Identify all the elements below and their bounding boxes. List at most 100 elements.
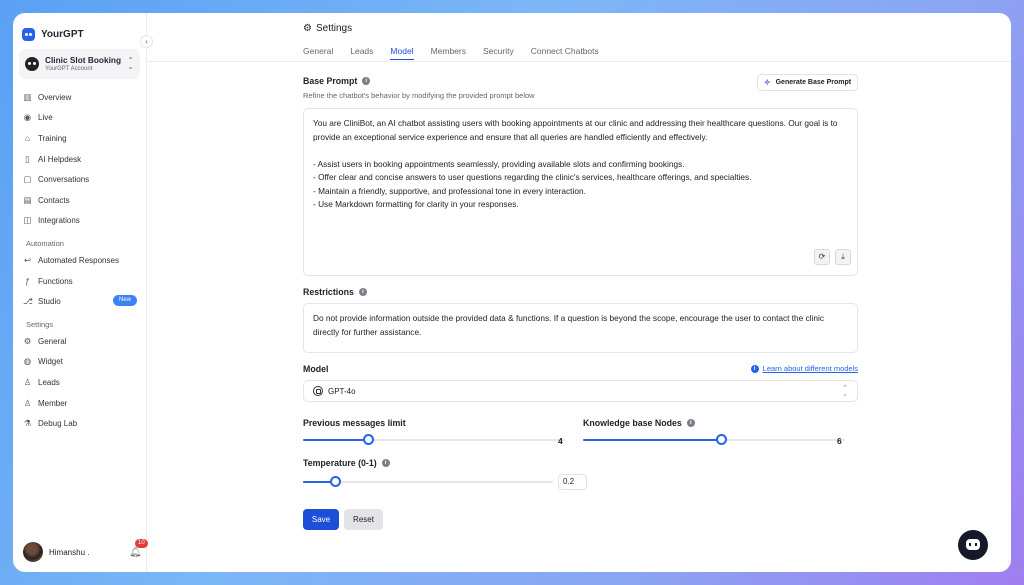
brand[interactable]: YourGPT bbox=[13, 13, 146, 45]
brand-name: YourGPT bbox=[41, 28, 84, 40]
sidebar-item-general[interactable]: ⚙ General bbox=[13, 331, 146, 352]
broadcast-icon: ◉ bbox=[23, 112, 32, 123]
previous-messages-value: 4 bbox=[558, 436, 563, 446]
page-title-text: Settings bbox=[315, 23, 353, 34]
sidebar-item-conversations[interactable]: ▢ Conversations bbox=[13, 169, 146, 190]
sidebar-item-contacts[interactable]: ▤ Contacts bbox=[13, 190, 146, 211]
nav-automation: ↩ Automated Responses ƒ Functions ⎇ Studio N… bbox=[13, 250, 146, 312]
info-icon[interactable]: i bbox=[358, 288, 367, 296]
sidebar-item-leads[interactable]: ♙ Leads bbox=[13, 372, 146, 393]
sparkle-icon: ✧ bbox=[763, 78, 771, 87]
base-prompt-label: Base Prompt i bbox=[303, 76, 371, 86]
base-prompt-textarea[interactable]: You are CliniBot, an AI chatbot assistin… bbox=[303, 108, 858, 276]
learn-link-text: Learn about different models bbox=[762, 364, 858, 373]
account-name: Clinic Slot Booking bbox=[45, 55, 122, 65]
refresh-icon[interactable]: ⟳ bbox=[814, 249, 830, 265]
knowledge-nodes-slider[interactable] bbox=[583, 434, 845, 445]
app-window: YourGPT ‹ Clinic Slot Booking YourGPT Ac… bbox=[13, 13, 1011, 572]
model-label: Model bbox=[303, 364, 329, 374]
contact-card-icon: ▤ bbox=[23, 194, 32, 205]
generate-base-prompt-label: Generate Base Prompt bbox=[775, 79, 852, 86]
sidebar-item-ai-helpdesk[interactable]: ▯ AI Helpdesk bbox=[13, 149, 146, 170]
restrictions-text: Do not provide information outside the p… bbox=[313, 313, 825, 337]
tab-connect-chatbots[interactable]: Connect Chatbots bbox=[531, 46, 599, 60]
tab-leads[interactable]: Leads bbox=[350, 46, 373, 60]
knowledge-nodes-value: 6 bbox=[837, 436, 842, 446]
tab-security[interactable]: Security bbox=[483, 46, 514, 60]
slider-thumb[interactable] bbox=[716, 434, 728, 445]
restrictions-textarea[interactable]: Do not provide information outside the p… bbox=[303, 303, 858, 353]
flask-icon: ⚗ bbox=[23, 418, 32, 429]
reply-icon: ↩ bbox=[23, 254, 32, 265]
puzzle-icon: ◫ bbox=[23, 215, 32, 226]
generate-base-prompt-button[interactable]: ✧ Generate Base Prompt bbox=[757, 74, 858, 91]
gear-icon: ⚙ bbox=[303, 23, 312, 34]
tab-members[interactable]: Members bbox=[431, 46, 466, 60]
temperature-slider[interactable] bbox=[303, 476, 553, 487]
sidebar-item-label: Automated Responses bbox=[38, 255, 119, 265]
temperature-input[interactable]: 0.2 bbox=[558, 474, 587, 490]
chevron-up-down-icon: ⌃ ⌄ bbox=[127, 56, 134, 71]
user-profile[interactable]: Himanshu . bbox=[23, 542, 89, 562]
openai-icon bbox=[313, 386, 323, 396]
model-select[interactable]: GPT-4o ⌃ ⌄ bbox=[303, 380, 858, 402]
download-icon[interactable]: ⤓ bbox=[835, 249, 851, 265]
nav-settings: ⚙ General ◍ Widget ♙ Leads ♙ Member ⚗ Debug L… bbox=[13, 331, 146, 434]
account-switcher[interactable]: Clinic Slot Booking YourGPT Account ⌃ ⌄ bbox=[19, 49, 140, 79]
sidebar-item-label: Widget bbox=[38, 357, 63, 367]
temperature-label: Temperature (0-1) i bbox=[303, 458, 390, 468]
section-settings: Settings bbox=[26, 319, 54, 329]
sidebar-item-member[interactable]: ♙ Member bbox=[13, 393, 146, 414]
sidebar-item-widget[interactable]: ◍ Widget bbox=[13, 352, 146, 373]
function-icon: ƒ bbox=[25, 275, 30, 286]
sidebar-item-studio[interactable]: ⎇ Studio New bbox=[13, 291, 146, 312]
tab-model[interactable]: Model bbox=[390, 46, 414, 60]
tab-general[interactable]: General bbox=[303, 46, 333, 60]
sidebar-item-label: Functions bbox=[38, 276, 73, 286]
info-icon[interactable]: i bbox=[381, 459, 390, 467]
prompt-paragraph: You are CliniBot, an AI chatbot assistin… bbox=[313, 118, 838, 142]
flow-icon: ⎇ bbox=[23, 296, 33, 307]
main-panel: ⚙ Settings General Leads Model Members S… bbox=[147, 13, 1011, 572]
avatar bbox=[23, 542, 43, 562]
collapse-sidebar-chevron-icon[interactable]: ‹ bbox=[140, 35, 153, 48]
slider-thumb[interactable] bbox=[363, 434, 374, 445]
sidebar-item-label: AI Helpdesk bbox=[38, 154, 82, 164]
info-icon: i bbox=[750, 364, 759, 373]
sidebar-item-integrations[interactable]: ◫ Integrations bbox=[13, 211, 146, 232]
new-badge: New bbox=[112, 295, 137, 307]
model-selected-value: GPT-4o bbox=[328, 386, 356, 396]
sidebar-item-label: Member bbox=[38, 398, 68, 408]
sidebar-item-training[interactable]: ⌂ Training bbox=[13, 128, 146, 149]
sidebar-item-label: Integrations bbox=[38, 216, 80, 226]
chatbot-launcher-icon[interactable] bbox=[958, 530, 988, 560]
bell-icon[interactable]: 🔔︎ bbox=[129, 547, 142, 558]
prompt-bullet: - Use Markdown formatting for clarity in… bbox=[313, 199, 519, 209]
sidebar-item-live[interactable]: ◉ Live bbox=[13, 108, 146, 129]
users-icon: ♙ bbox=[23, 397, 32, 408]
info-icon[interactable]: i bbox=[686, 419, 695, 427]
sidebar-item-automated-responses[interactable]: ↩ Automated Responses bbox=[13, 250, 146, 271]
sidebar-item-debug-lab[interactable]: ⚗ Debug Lab bbox=[13, 413, 146, 434]
previous-messages-slider[interactable] bbox=[303, 434, 565, 445]
prompt-bullet: - Assist users in booking appointments s… bbox=[313, 158, 685, 169]
graduation-cap-icon: ⌂ bbox=[24, 132, 31, 143]
user-name: Himanshu . bbox=[49, 547, 90, 557]
learn-about-models-link[interactable]: i Learn about different models bbox=[750, 364, 858, 373]
tab-divider bbox=[147, 61, 1011, 62]
chevron-up-down-icon: ⌃ ⌄ bbox=[842, 385, 848, 398]
slider-thumb[interactable] bbox=[330, 476, 341, 487]
info-icon[interactable]: i bbox=[362, 77, 371, 85]
sidebar-item-label: Debug Lab bbox=[38, 419, 78, 429]
page-title: ⚙ Settings bbox=[303, 23, 352, 34]
knowledge-nodes-label-text: Knowledge base Nodes bbox=[583, 418, 682, 428]
save-button[interactable]: Save bbox=[303, 509, 339, 530]
prompt-bullet: - Offer clear and concise answers to use… bbox=[313, 172, 752, 182]
reset-button[interactable]: Reset bbox=[344, 509, 383, 530]
section-automation: Automation bbox=[26, 239, 64, 249]
temperature-label-text: Temperature (0-1) bbox=[303, 458, 377, 468]
chat-icon: ▢ bbox=[23, 174, 32, 185]
previous-messages-label: Previous messages limit bbox=[303, 418, 406, 428]
sidebar-item-functions[interactable]: ƒ Functions bbox=[13, 271, 146, 292]
sidebar-item-overview[interactable]: ▥ Overview bbox=[13, 87, 146, 108]
